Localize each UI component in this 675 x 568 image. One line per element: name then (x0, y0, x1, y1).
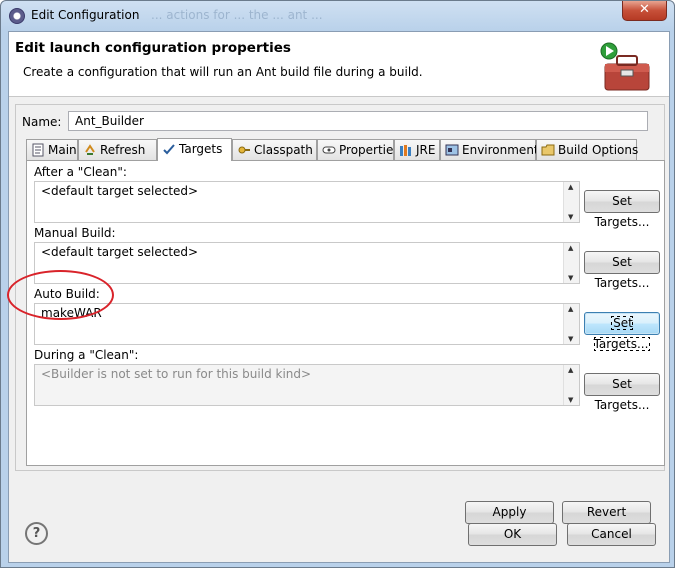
scroll-up-icon[interactable]: ▲ (568, 366, 573, 374)
set-targets-after-clean-button[interactable]: Set Targets... (584, 190, 660, 229)
ok-button[interactable]: OK (468, 523, 557, 546)
tab-label: Targets (179, 142, 223, 156)
button-label: OK (503, 527, 522, 541)
tab-label: Classpath (254, 143, 313, 157)
manual-build-targets-value: <default target selected> (41, 245, 199, 259)
tab-label: Build Options (558, 143, 639, 157)
tab-label: JRE (416, 143, 436, 157)
tab-build-options[interactable]: Build Options (536, 139, 639, 160)
tab-label: Properties (339, 143, 400, 157)
vertical-scrollbar[interactable]: ▲ ▼ (563, 365, 579, 405)
after-clean-targets-list[interactable]: <default target selected> ▲ ▼ (34, 181, 580, 223)
build-options-icon (541, 144, 555, 156)
title-bar[interactable]: Edit Configuration ... actions for ... t… (1, 1, 674, 31)
ant-toolbox-icon (600, 42, 650, 91)
scroll-down-icon[interactable]: ▼ (568, 335, 573, 343)
jre-icon (400, 145, 411, 156)
close-icon: ✕ (639, 2, 650, 17)
tab-classpath[interactable]: Classpath (232, 139, 317, 160)
manual-build-label: Manual Build: (34, 226, 116, 240)
button-label: Apply (492, 505, 527, 519)
vertical-scrollbar[interactable]: ▲ ▼ (563, 243, 579, 283)
scroll-up-icon[interactable]: ▲ (568, 183, 573, 191)
tab-label: Refresh (100, 143, 146, 157)
tab-targets[interactable]: Targets (157, 138, 232, 161)
after-clean-targets-value: <default target selected> (41, 184, 199, 198)
tab-label: Environment (462, 143, 539, 157)
set-targets-auto-build-button[interactable]: Set Targets... (584, 312, 660, 351)
dialog-header: Edit launch configuration properties Cre… (9, 32, 669, 97)
scroll-down-icon[interactable]: ▼ (568, 274, 573, 282)
revert-button[interactable]: Revert (562, 501, 651, 524)
refresh-icon (85, 144, 95, 155)
tab-bar: Main Refresh Targets Classpath Propertie… (26, 138, 666, 161)
scroll-up-icon[interactable]: ▲ (568, 244, 573, 252)
button-label: Set Targets... (594, 377, 650, 412)
auto-build-targets-list[interactable]: makeWAR ▲ ▼ (34, 303, 580, 345)
scroll-up-icon[interactable]: ▲ (568, 305, 573, 313)
red-highlight-ellipse (7, 270, 114, 320)
during-clean-targets-value: <Builder is not set to run for this buil… (41, 367, 312, 381)
main-doc-icon (32, 143, 44, 157)
set-targets-manual-build-button[interactable]: Set Targets... (584, 251, 660, 290)
targets-icon (163, 144, 175, 155)
targets-tab-panel: After a "Clean": <default target selecte… (26, 160, 665, 466)
classpath-icon (238, 146, 250, 154)
header-title: Edit launch configuration properties (15, 40, 291, 56)
manual-build-targets-list[interactable]: <default target selected> ▲ ▼ (34, 242, 580, 284)
cancel-button[interactable]: Cancel (567, 523, 656, 546)
scroll-down-icon[interactable]: ▼ (568, 396, 573, 404)
environment-icon (445, 144, 459, 156)
tab-properties[interactable]: Properties (317, 139, 400, 160)
button-label: Set Targets... (594, 194, 650, 229)
apply-button[interactable]: Apply (465, 501, 554, 524)
set-targets-during-clean-button[interactable]: Set Targets... (584, 373, 660, 412)
tab-environment[interactable]: Environment (440, 139, 539, 160)
tab-label: Main (48, 143, 77, 157)
name-label: Name: (22, 115, 62, 129)
close-button[interactable]: ✕ (622, 1, 667, 21)
tab-main[interactable]: Main (26, 139, 78, 160)
button-label: Cancel (591, 527, 632, 541)
launch-config-form: Name: Main Refresh Targets Classpath (15, 104, 666, 524)
scroll-down-icon[interactable]: ▼ (568, 213, 573, 221)
button-label: Revert (586, 505, 627, 519)
vertical-scrollbar[interactable]: ▲ ▼ (563, 182, 579, 222)
button-label: Set Targets... (594, 255, 650, 290)
button-label: Set Targets... (593, 316, 651, 351)
window-title-ghost-text: ... actions for ... the ... ant ... (151, 8, 323, 22)
header-description: Create a configuration that will run an … (23, 65, 423, 79)
window-title: Edit Configuration (31, 8, 140, 22)
eclipse-app-icon (9, 8, 25, 24)
tab-refresh[interactable]: Refresh (78, 139, 157, 160)
during-clean-label: During a "Clean": (34, 348, 139, 362)
help-icon[interactable]: ? (25, 522, 48, 545)
after-clean-label: After a "Clean": (34, 165, 127, 179)
during-clean-targets-list[interactable]: <Builder is not set to run for this buil… (34, 364, 580, 406)
name-input[interactable] (68, 111, 648, 131)
vertical-scrollbar[interactable]: ▲ ▼ (563, 304, 579, 344)
properties-icon (322, 146, 336, 154)
tab-jre[interactable]: JRE (394, 139, 440, 160)
